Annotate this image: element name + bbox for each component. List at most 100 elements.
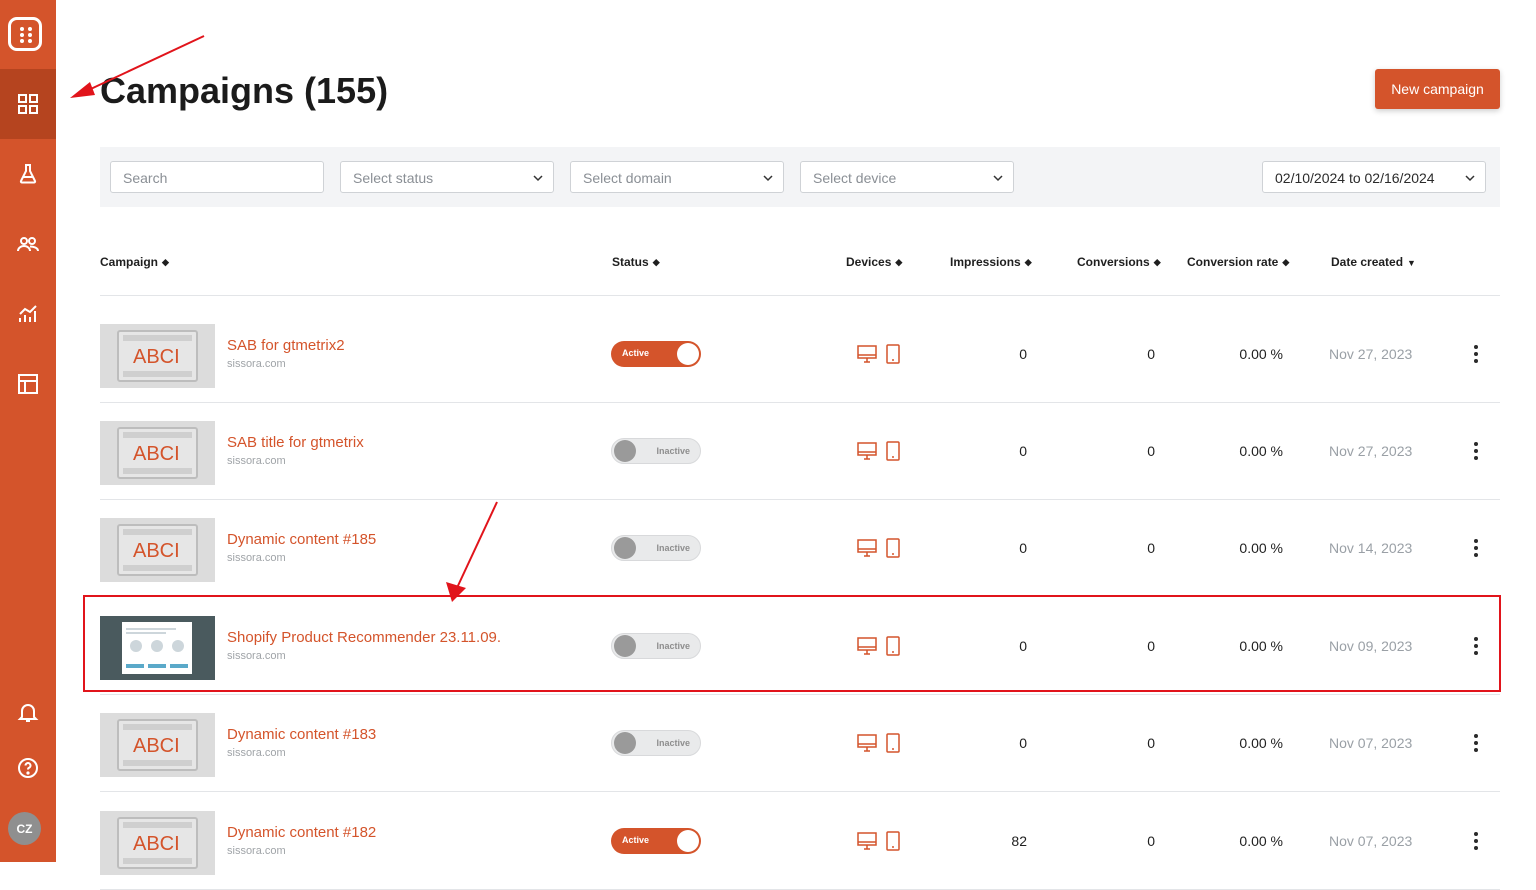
flask-icon	[19, 164, 37, 184]
campaign-thumbnail[interactable]: ABCI	[100, 421, 215, 485]
status-toggle[interactable]: Active	[611, 341, 701, 367]
status-label: Inactive	[656, 446, 690, 456]
app-logo[interactable]	[8, 17, 42, 51]
conversion-rate-value: 0.00 %	[1239, 346, 1283, 362]
conversions-value: 0	[1147, 735, 1155, 751]
thumbnail-card: ABCI	[117, 817, 198, 869]
column-header-status[interactable]: Status ◆	[612, 255, 660, 269]
thumbnail-card: ABCI	[117, 524, 198, 576]
sidebar-item-experiments[interactable]	[0, 139, 56, 209]
column-header-conversion-rate[interactable]: Conversion rate ◆	[1187, 255, 1289, 269]
campaign-name-link[interactable]: Dynamic content #183	[227, 726, 376, 743]
table-row[interactable]: ABCI SAB for gtmetrix2 sissora.com Activ…	[100, 306, 1500, 403]
desktop-icon	[857, 442, 877, 460]
thumbnail-text: ABCI	[133, 833, 180, 855]
date-created-value: Nov 27, 2023	[1329, 346, 1413, 362]
domain-select[interactable]: Select domain	[570, 161, 784, 193]
device-select[interactable]: Select device	[800, 161, 1014, 193]
desktop-icon	[857, 832, 877, 850]
campaign-name-link[interactable]: Dynamic content #182	[227, 824, 376, 841]
page-title: Campaigns (155)	[100, 70, 389, 111]
toggle-knob	[614, 732, 636, 754]
bell-icon	[17, 704, 39, 722]
sidebar-item-help[interactable]	[0, 733, 56, 803]
desktop-icon	[857, 539, 877, 557]
date-created-value: Nov 07, 2023	[1329, 833, 1413, 849]
toggle-knob	[614, 537, 636, 559]
campaign-domain: sissora.com	[227, 845, 286, 857]
filter-bar: Search Select status Select domain Selec…	[100, 147, 1500, 207]
device-select-placeholder: Select device	[813, 170, 897, 186]
toggle-knob	[614, 440, 636, 462]
conversion-rate-value: 0.00 %	[1239, 540, 1283, 556]
status-toggle[interactable]: Inactive	[611, 730, 701, 756]
arrow-head-icon	[70, 82, 95, 98]
status-label: Inactive	[656, 738, 690, 748]
status-label: Inactive	[656, 543, 690, 553]
column-header-campaign[interactable]: Campaign ◆	[100, 255, 169, 269]
campaign-thumbnail[interactable]: ABCI	[100, 518, 215, 582]
sidebar-item-users[interactable]	[0, 209, 56, 279]
analytics-chart-icon	[19, 305, 37, 322]
mobile-icon	[886, 831, 900, 851]
thumbnail-text: ABCI	[133, 346, 180, 368]
chevron-down-icon	[993, 175, 1003, 182]
impressions-value: 0	[1019, 735, 1027, 751]
table-row[interactable]: ABCI Dynamic content #185 sissora.com In…	[100, 500, 1500, 597]
status-toggle[interactable]: Inactive	[611, 535, 701, 561]
sidebar-item-analytics[interactable]	[0, 279, 56, 349]
chevron-down-icon	[763, 175, 773, 182]
thumbnail-text: ABCI	[133, 540, 180, 562]
highlight-box	[83, 595, 1501, 692]
desktop-icon	[857, 345, 877, 363]
thumbnail-card: ABCI	[117, 427, 198, 479]
impressions-value: 82	[1011, 833, 1027, 849]
header-divider	[100, 295, 1500, 296]
status-label: Active	[622, 835, 650, 845]
status-label: Active	[622, 348, 650, 358]
row-menu-icon[interactable]	[1470, 441, 1482, 461]
column-header-impressions[interactable]: Impressions ◆	[950, 255, 1032, 269]
date-range-picker[interactable]: 02/10/2024 to 02/16/2024	[1262, 161, 1486, 193]
campaign-name-link[interactable]: Dynamic content #185	[227, 531, 376, 548]
search-input[interactable]: Search	[110, 161, 324, 193]
mobile-icon	[886, 344, 900, 364]
status-toggle[interactable]: Inactive	[611, 438, 701, 464]
sort-icon: ◆	[652, 257, 660, 268]
campaign-thumbnail[interactable]: ABCI	[100, 811, 215, 875]
row-menu-icon[interactable]	[1470, 733, 1482, 753]
sort-icon: ◆	[1282, 257, 1290, 268]
conversions-value: 0	[1147, 833, 1155, 849]
table-row[interactable]: ABCI Dynamic content #182 sissora.com Ac…	[100, 793, 1500, 890]
desktop-icon	[857, 734, 877, 752]
campaign-thumbnail[interactable]: ABCI	[100, 324, 215, 388]
avatar[interactable]: CZ	[8, 812, 41, 845]
conversion-rate-value: 0.00 %	[1239, 443, 1283, 459]
status-select[interactable]: Select status	[340, 161, 554, 193]
campaign-name-link[interactable]: SAB title for gtmetrix	[227, 434, 364, 451]
impressions-value: 0	[1019, 346, 1027, 362]
row-menu-icon[interactable]	[1470, 344, 1482, 364]
campaign-thumbnail[interactable]: ABCI	[100, 713, 215, 777]
sidebar-item-campaigns[interactable]	[0, 69, 56, 139]
mobile-icon	[886, 441, 900, 461]
layout-template-icon	[18, 374, 38, 394]
column-header-conversions[interactable]: Conversions ◆	[1077, 255, 1161, 269]
help-icon	[18, 758, 38, 778]
column-header-date-created[interactable]: Date created ▼	[1331, 255, 1416, 269]
table-row[interactable]: ABCI Dynamic content #183 sissora.com In…	[100, 695, 1500, 792]
campaign-domain: sissora.com	[227, 455, 286, 467]
new-campaign-button[interactable]: New campaign	[1375, 69, 1500, 109]
row-menu-icon[interactable]	[1470, 831, 1482, 851]
sidebar-item-templates[interactable]	[0, 349, 56, 419]
impressions-value: 0	[1019, 443, 1027, 459]
row-menu-icon[interactable]	[1470, 538, 1482, 558]
domain-select-placeholder: Select domain	[583, 170, 672, 186]
column-header-devices[interactable]: Devices ◆	[846, 255, 902, 269]
status-toggle[interactable]: Active	[611, 828, 701, 854]
dashboard-grid-icon	[18, 94, 38, 114]
sort-icon: ◆	[1024, 257, 1032, 268]
table-row[interactable]: ABCI SAB title for gtmetrix sissora.com …	[100, 403, 1500, 500]
campaign-name-link[interactable]: SAB for gtmetrix2	[227, 337, 345, 354]
mobile-icon	[886, 733, 900, 753]
